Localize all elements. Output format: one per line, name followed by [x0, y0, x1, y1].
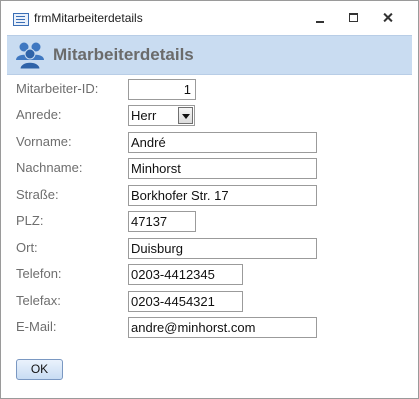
form-window: frmMitarbeiterdetails Mitarbeiterdetails… [0, 0, 419, 399]
page-title: Mitarbeiterdetails [53, 45, 194, 64]
close-icon[interactable] [377, 9, 399, 27]
minimize-icon[interactable] [309, 9, 331, 27]
vorname-field[interactable]: André [128, 132, 317, 153]
email-field[interactable]: andre@minhorst.com [128, 317, 317, 338]
ort-label: Ort: [16, 240, 38, 255]
strasse-label: Straße: [16, 187, 59, 202]
ok-button[interactable]: OK [16, 359, 63, 380]
form-header: Mitarbeiterdetails [7, 35, 412, 75]
title-bar[interactable]: frmMitarbeiterdetails [1, 1, 418, 35]
telefon-label: Telefon: [16, 266, 62, 281]
telefon-field[interactable]: 0203-4412345 [128, 264, 243, 285]
email-label: E-Mail: [16, 319, 57, 334]
maximize-icon[interactable] [343, 9, 365, 27]
mitarbeiter-id-label: Mitarbeiter-ID: [16, 81, 99, 96]
plz-field[interactable]: 47137 [128, 211, 196, 232]
telefax-label: Telefax: [16, 293, 61, 308]
users-icon [16, 42, 44, 69]
mitarbeiter-id-field[interactable]: 1 [128, 79, 196, 100]
nachname-label: Nachname: [16, 160, 83, 175]
anrede-label: Anrede: [16, 107, 62, 122]
anrede-combobox[interactable]: Herr [128, 105, 195, 126]
nachname-field[interactable]: Minhorst [128, 158, 317, 179]
telefax-field[interactable]: 0203-4454321 [128, 291, 243, 312]
form-icon [13, 13, 29, 26]
chevron-down-icon[interactable] [178, 107, 193, 124]
window-title: frmMitarbeiterdetails [34, 11, 143, 25]
strasse-field[interactable]: Borkhofer Str. 17 [128, 185, 317, 206]
anrede-value: Herr [131, 108, 157, 123]
vorname-label: Vorname: [16, 134, 72, 149]
plz-label: PLZ: [16, 213, 44, 228]
ort-field[interactable]: Duisburg [128, 238, 317, 259]
